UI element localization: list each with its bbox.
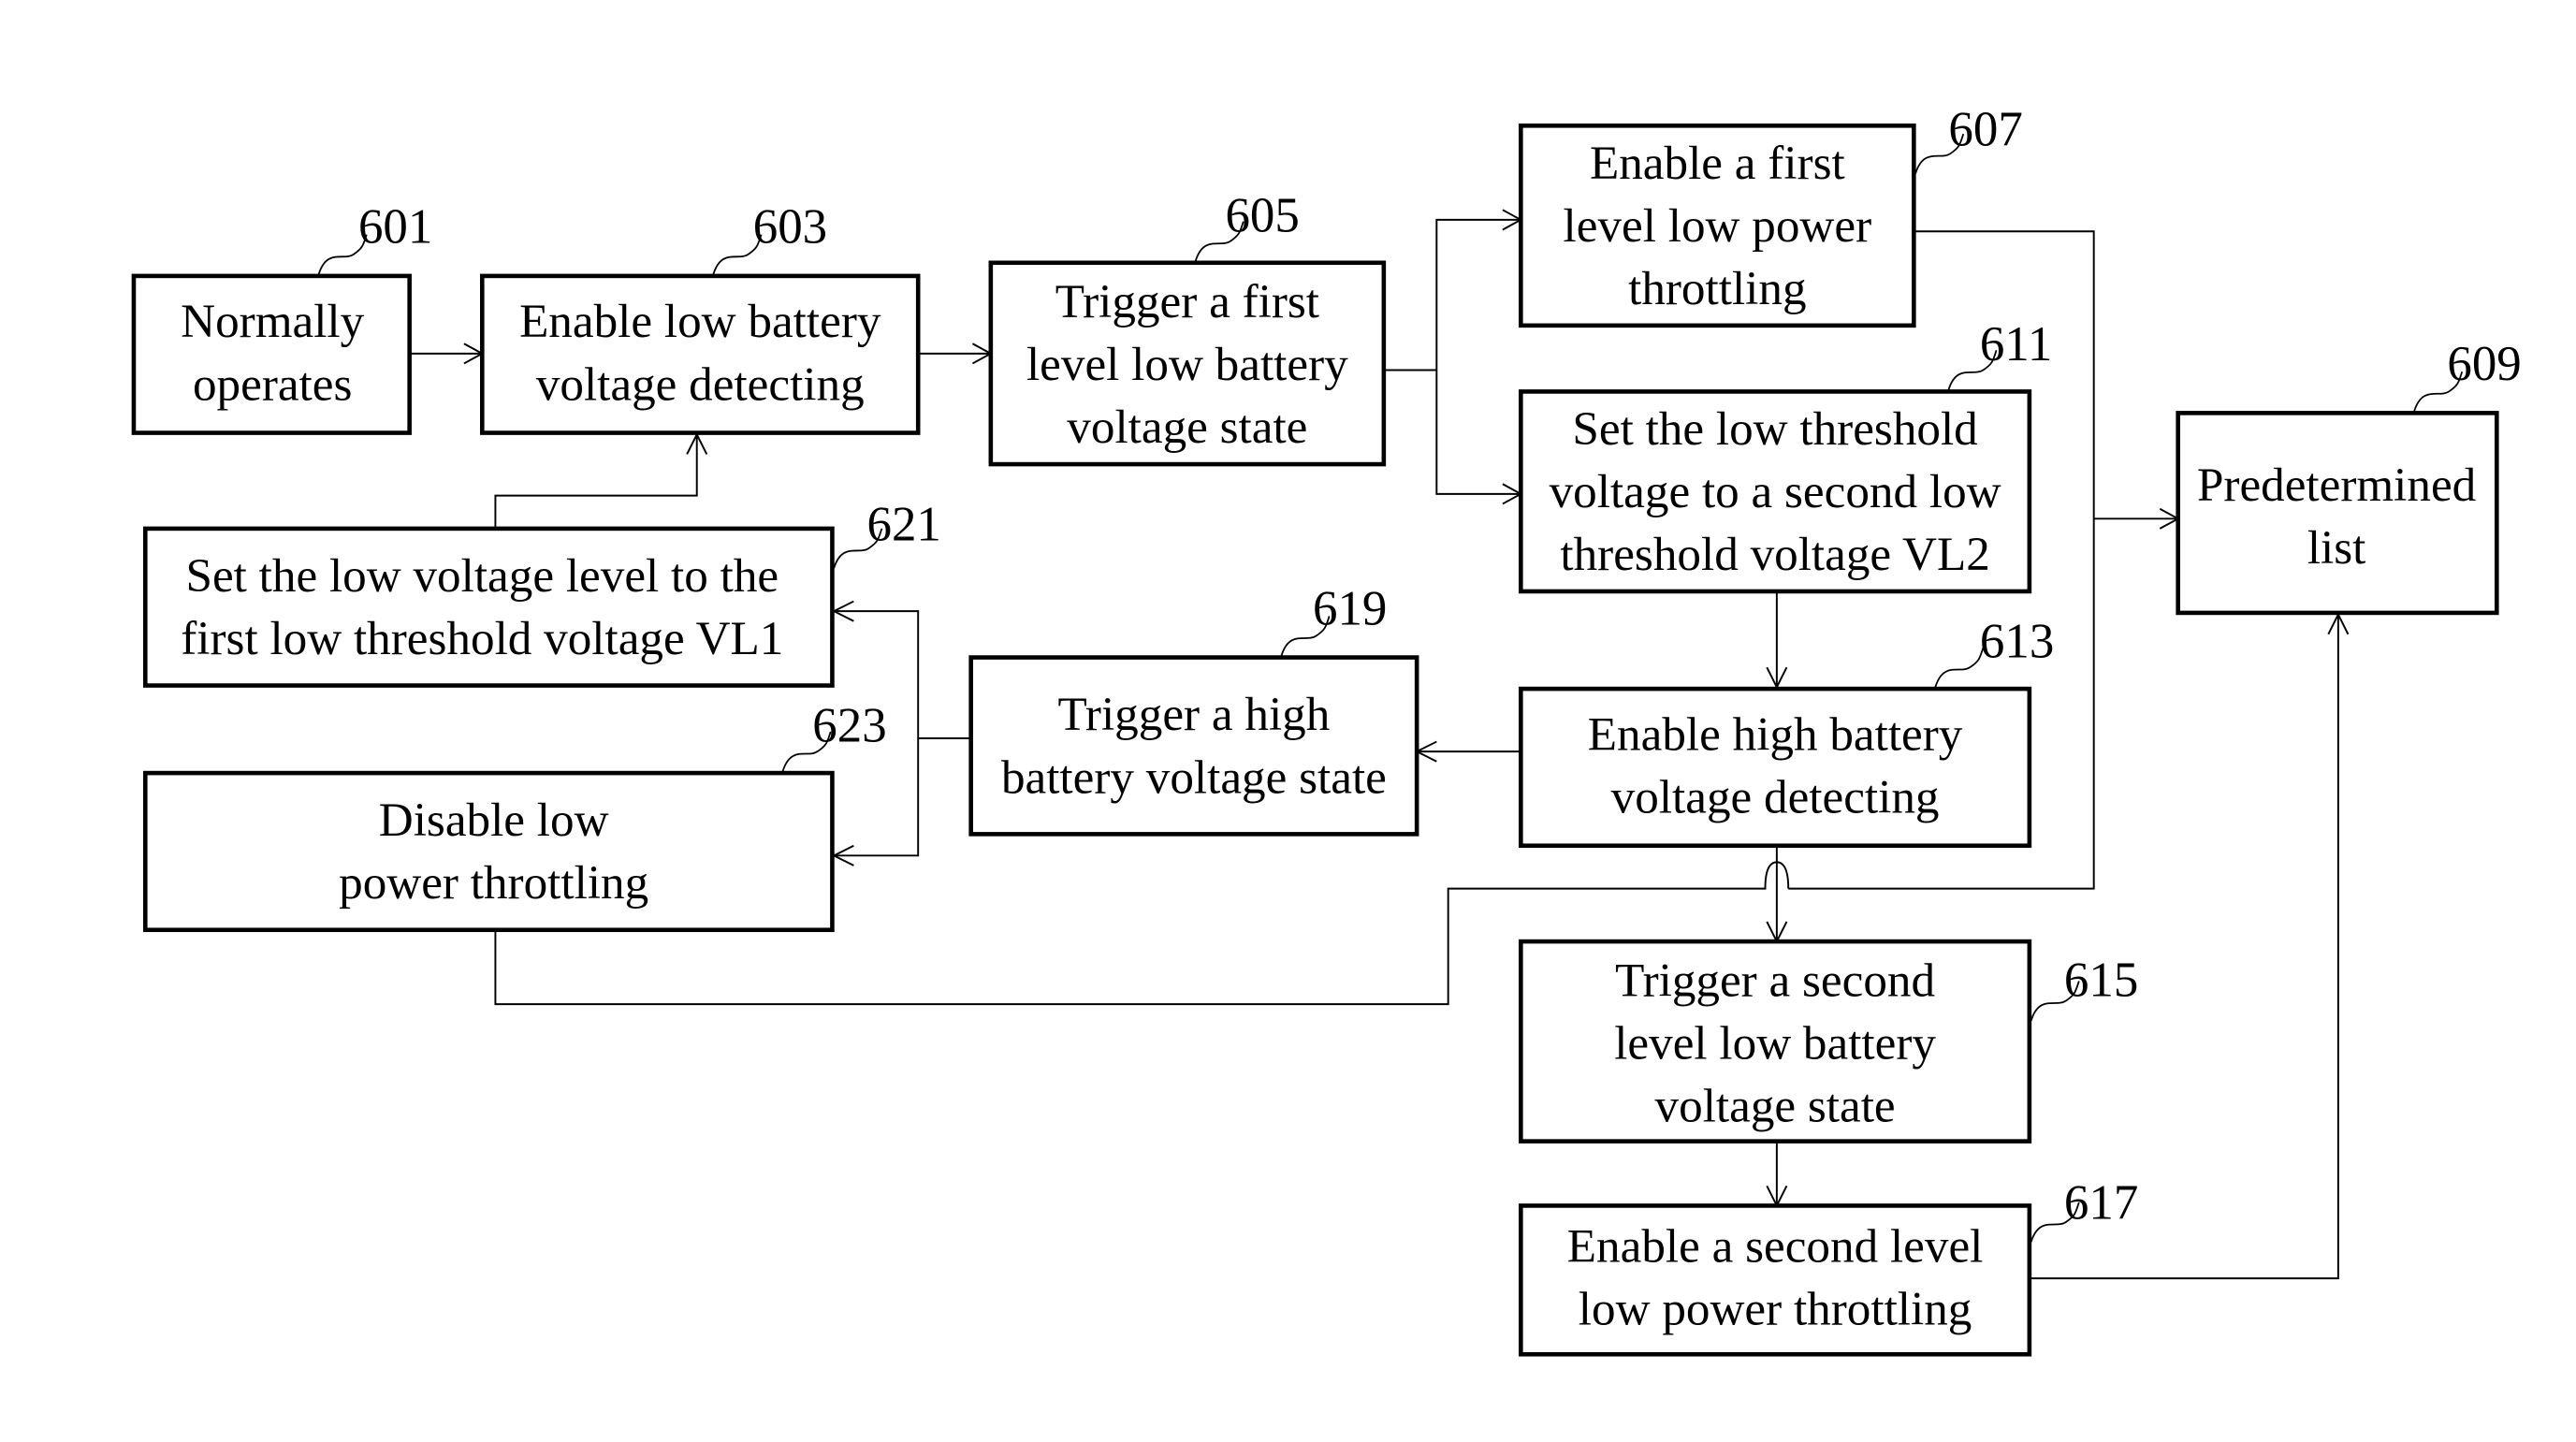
node-617-line: low power throttling [1579,1283,1972,1336]
node-615: Trigger a second level low battery voltage… [1519,939,2138,1143]
ref-615: 615 [2064,953,2138,1007]
node-609: Predetermined list 609 [2176,337,2522,616]
edge-605-branch [1383,218,1521,495]
node-611-line: threshold voltage VL2 [1560,528,1989,581]
svg-text:Set the low thresholdvoltage t: Set the low threshold voltage to a second… [1550,402,2001,581]
ref-621: 621 [866,497,940,551]
node-623: Disable low power throttling 623 [143,699,887,933]
node-617-line: Enable a second level [1567,1219,1984,1273]
node-609-line: Predetermined [2197,459,2476,512]
node-623-line: power throttling [339,856,648,910]
node-605-line: Trigger a first [1055,275,1319,328]
ref-617: 617 [2064,1176,2138,1231]
node-611: Set the low threshold voltage to a second… [1519,317,2052,594]
node-619-line: Trigger a high [1057,688,1330,741]
ref-607: 607 [1948,102,2022,156]
node-601: Normally operates 601 [131,200,432,435]
node-607-line: level low power [1564,199,1872,253]
node-615-line: Trigger a second [1615,954,1935,1007]
ref-619: 619 [1313,581,1387,635]
ref-623: 623 [812,699,886,753]
node-613-line: Enable high battery [1588,707,1963,761]
node-603: Enable low battery voltage detecting 603 [480,200,921,435]
node-617: Enable a second level low power throttlin… [1519,1176,2138,1357]
node-615-line: voltage state [1655,1079,1896,1132]
flowchart: Normally operates 601 Enable low battery v… [131,102,2522,1357]
edge-621-603 [494,434,698,529]
node-603-line: Enable low battery [519,295,881,348]
node-611-line: voltage to a second low [1550,465,2001,518]
ref-603: 603 [753,200,827,255]
node-611-line: Set the low threshold [1572,402,1977,456]
svg-text:Trigger a firstlevel low batte: Trigger a first level low battery voltage … [1026,275,1348,454]
ref-609: 609 [2447,337,2521,391]
node-613: Enable high battery voltage detecting 613 [1519,615,2054,849]
node-607-line: Enable a first [1590,137,1845,190]
node-619: Trigger a high battery voltage state 619 [968,581,1419,837]
ref-613: 613 [1980,615,2054,669]
node-621: Set the low voltage level to the first lo… [143,497,941,688]
node-621-line: first low threshold voltage VL1 [181,612,783,665]
node-601-line: operates [193,357,352,411]
node-605-line: level low battery [1026,338,1348,391]
node-609-line: list [2307,521,2366,575]
ref-601: 601 [358,200,432,255]
ref-605: 605 [1225,188,1299,242]
svg-text:Trigger a secondlevel low batt: Trigger a second level low battery voltage… [1614,954,1936,1132]
node-603-line: voltage detecting [536,357,865,411]
node-605: Trigger a first level low battery voltage … [988,188,1387,467]
node-613-line: voltage detecting [1611,770,1940,823]
node-601-line: Normally [181,295,364,348]
ref-611: 611 [1980,317,2052,371]
node-621-line: Set the low voltage level to the [186,549,779,603]
node-605-line: voltage state [1067,401,1307,454]
node-623-line: Disable low [379,794,609,847]
node-615-line: level low battery [1614,1016,1936,1070]
node-607-line: throttling [1628,262,1806,315]
node-607: Enable a first level low power throttling … [1519,102,2023,328]
node-619-line: battery voltage state [1001,750,1387,804]
